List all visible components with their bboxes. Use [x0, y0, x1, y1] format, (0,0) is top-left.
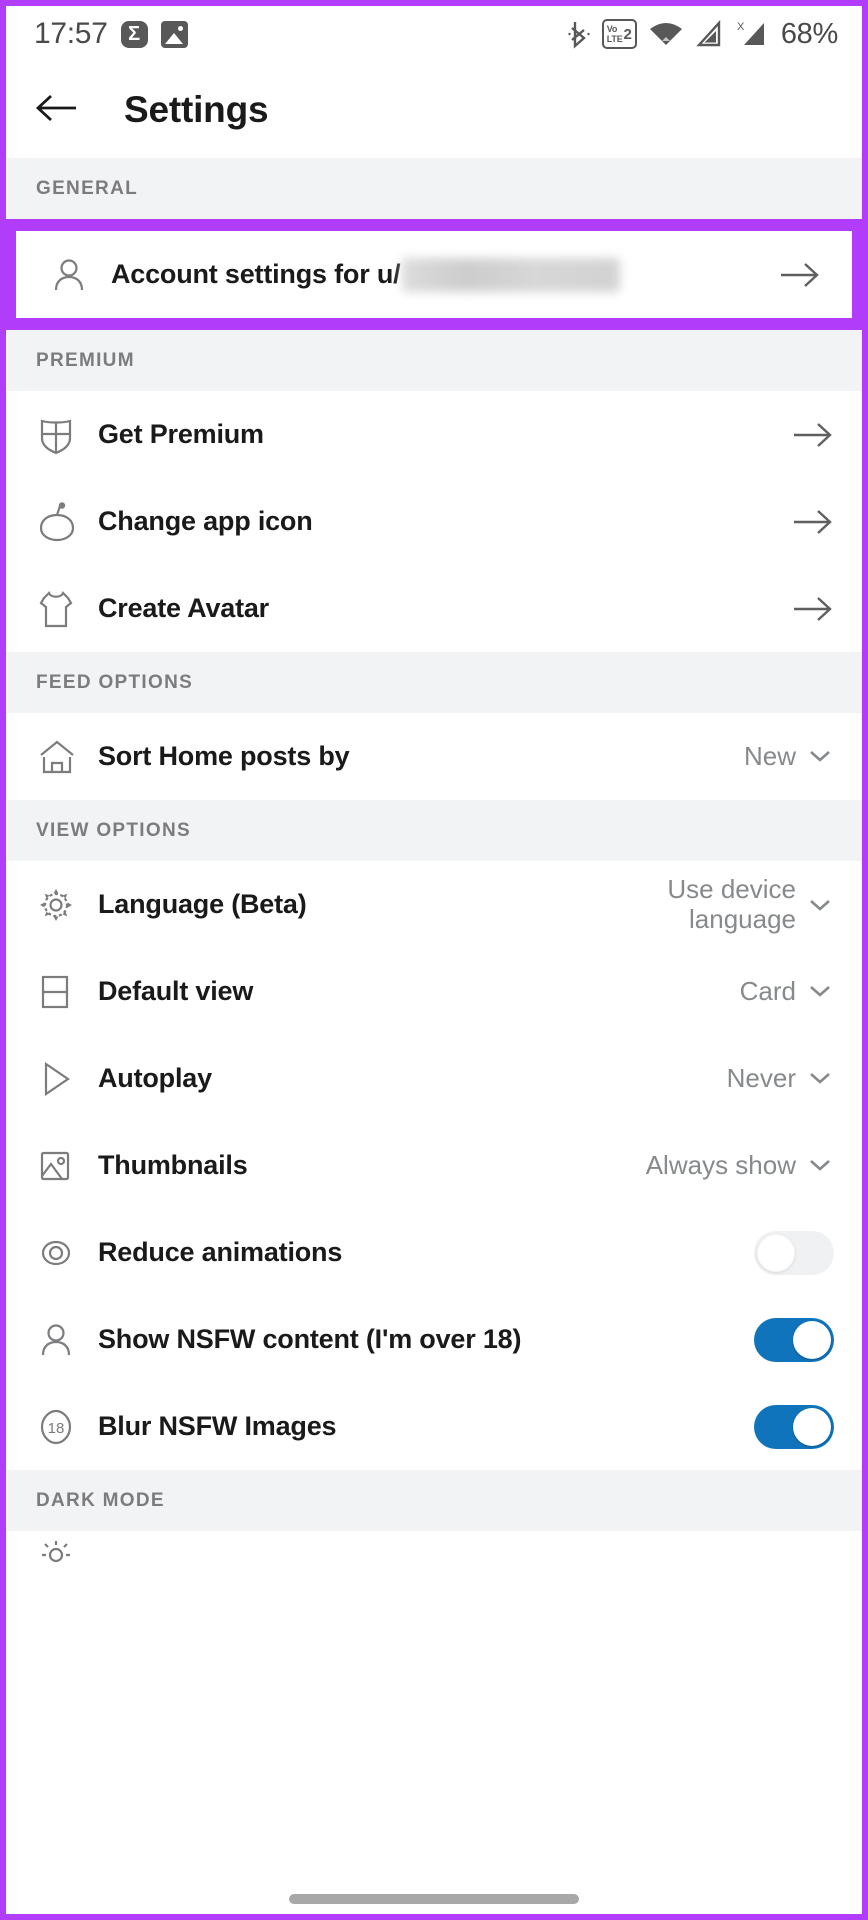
battery-percent: 68%	[780, 17, 838, 50]
home-icon	[36, 736, 82, 778]
chevron-down-icon	[810, 899, 830, 911]
row-reduce-animations-label: Reduce animations	[98, 1237, 343, 1267]
chevron-down-icon	[810, 986, 830, 998]
volte-bottom-text: LTE	[606, 33, 623, 44]
default-view-value: Card	[739, 975, 796, 1006]
default-view-dropdown[interactable]: Card	[739, 975, 834, 1007]
tshirt-icon	[36, 588, 82, 630]
premium-list: Get Premium Change app icon Create Avata…	[6, 391, 862, 652]
card-view-icon	[36, 971, 82, 1013]
row-language[interactable]: Language (Beta) Use device language	[6, 861, 862, 948]
row-blur-nsfw-images[interactable]: 18 Blur NSFW Images	[6, 1383, 862, 1470]
row-account-settings-label: Account settings for u/	[95, 257, 779, 292]
volte-number: 2	[623, 25, 632, 43]
row-default-view-label: Default view	[98, 976, 254, 1006]
arrow-right-icon[interactable]	[779, 260, 821, 290]
arrow-right-icon[interactable]	[792, 507, 834, 537]
sort-home-posts-dropdown[interactable]: New	[743, 740, 834, 772]
view-options-list: Language (Beta) Use device language Defa…	[6, 861, 862, 1470]
show-nsfw-content-toggle[interactable]	[754, 1317, 834, 1362]
app-bar: Settings	[6, 62, 862, 158]
sigma-icon: Σ	[120, 20, 148, 48]
toggle-knob	[793, 1407, 831, 1446]
row-create-avatar[interactable]: Create Avatar	[6, 565, 862, 652]
signal-icon-2: X	[734, 19, 768, 49]
chevron-down-icon	[810, 1160, 830, 1172]
row-change-app-icon[interactable]: Change app icon	[6, 478, 862, 565]
thumbnails-value: Always show	[645, 1149, 796, 1180]
row-get-premium-label: Get Premium	[98, 419, 264, 449]
toggle-knob	[757, 1233, 795, 1272]
row-reduce-animations[interactable]: Reduce animations	[6, 1209, 862, 1296]
chevron-down-icon	[810, 751, 830, 763]
nsfw-18-icon: 18	[36, 1406, 82, 1448]
row-change-app-icon-label: Change app icon	[98, 506, 313, 536]
home-gesture-pill[interactable]	[289, 1894, 579, 1904]
page-title: Settings	[124, 89, 269, 130]
shield-icon	[36, 414, 82, 456]
row-dark-mode-partial[interactable]	[6, 1531, 862, 1571]
gear-icon	[36, 885, 82, 925]
toggle-knob	[793, 1320, 831, 1359]
row-account-settings[interactable]: Account settings for u/	[16, 231, 852, 318]
arrow-right-icon[interactable]	[792, 594, 834, 624]
row-autoplay-label: Autoplay	[98, 1063, 212, 1093]
autoplay-dropdown[interactable]: Never	[726, 1062, 834, 1094]
section-header-dark-mode: DARK MODE	[6, 1470, 862, 1531]
section-header-premium: PREMIUM	[6, 330, 862, 391]
row-language-label: Language (Beta)	[98, 889, 307, 919]
row-create-avatar-label: Create Avatar	[98, 593, 269, 623]
row-sort-home-posts-label: Sort Home posts by	[98, 741, 350, 771]
section-header-view-options: VIEW OPTIONS	[6, 800, 862, 861]
wifi-icon	[648, 19, 684, 49]
language-value: Use device language	[667, 873, 796, 934]
play-icon	[36, 1058, 82, 1100]
back-arrow-icon[interactable]	[34, 89, 80, 132]
feed-options-list: Sort Home posts by New	[6, 713, 862, 800]
section-header-feed-options: FEED OPTIONS	[6, 652, 862, 713]
account-settings-text: Account settings for u/	[111, 259, 401, 289]
signal-icon-1	[695, 19, 723, 49]
thumbnails-dropdown[interactable]: Always show	[645, 1149, 834, 1181]
status-clock: 17:57	[34, 17, 108, 50]
language-dropdown[interactable]: Use device language	[626, 873, 834, 935]
row-show-nsfw-content-label: Show NSFW content (I'm over 18)	[98, 1324, 522, 1354]
autoplay-value: Never	[726, 1062, 796, 1093]
brightness-icon	[36, 1531, 82, 1571]
row-thumbnails[interactable]: Thumbnails Always show	[6, 1122, 862, 1209]
eye-icon	[36, 1233, 82, 1273]
gallery-icon	[160, 20, 188, 48]
snoo-icon	[36, 501, 82, 543]
row-show-nsfw-content[interactable]: Show NSFW content (I'm over 18)	[6, 1296, 862, 1383]
sort-home-posts-value: New	[743, 740, 796, 771]
svg-text:X: X	[737, 21, 745, 33]
row-thumbnails-label: Thumbnails	[98, 1150, 248, 1180]
home-gesture-bar[interactable]	[6, 1894, 862, 1904]
bluetooth-icon	[567, 18, 591, 50]
row-default-view[interactable]: Default view Card	[6, 948, 862, 1035]
status-bar: 17:57 Σ Vo LTE 2 X 68%	[6, 6, 862, 62]
person-icon	[36, 1320, 82, 1360]
blur-nsfw-images-toggle[interactable]	[754, 1404, 834, 1449]
person-icon	[49, 255, 95, 295]
svg-text:18: 18	[48, 1420, 65, 1437]
reduce-animations-toggle[interactable]	[754, 1230, 834, 1275]
row-autoplay[interactable]: Autoplay Never	[6, 1035, 862, 1122]
row-blur-nsfw-images-label: Blur NSFW Images	[98, 1411, 337, 1441]
status-bar-right: Vo LTE 2 X 68%	[567, 18, 838, 51]
volte-top-text: Vo	[606, 23, 618, 34]
status-bar-left: 17:57 Σ	[34, 17, 188, 51]
volte-icon: Vo LTE 2	[601, 19, 637, 49]
image-icon	[36, 1145, 82, 1187]
chevron-down-icon	[810, 1073, 830, 1085]
row-get-premium[interactable]: Get Premium	[6, 391, 862, 478]
arrow-right-icon[interactable]	[792, 420, 834, 450]
settings-screen: 17:57 Σ Vo LTE 2 X 68% Settings GENERAL …	[0, 0, 868, 1920]
row-sort-home-posts[interactable]: Sort Home posts by New	[6, 713, 862, 800]
highlight-annotation-account: Account settings for u/	[6, 219, 862, 330]
blurred-username	[402, 257, 621, 292]
section-header-general: GENERAL	[6, 158, 862, 219]
